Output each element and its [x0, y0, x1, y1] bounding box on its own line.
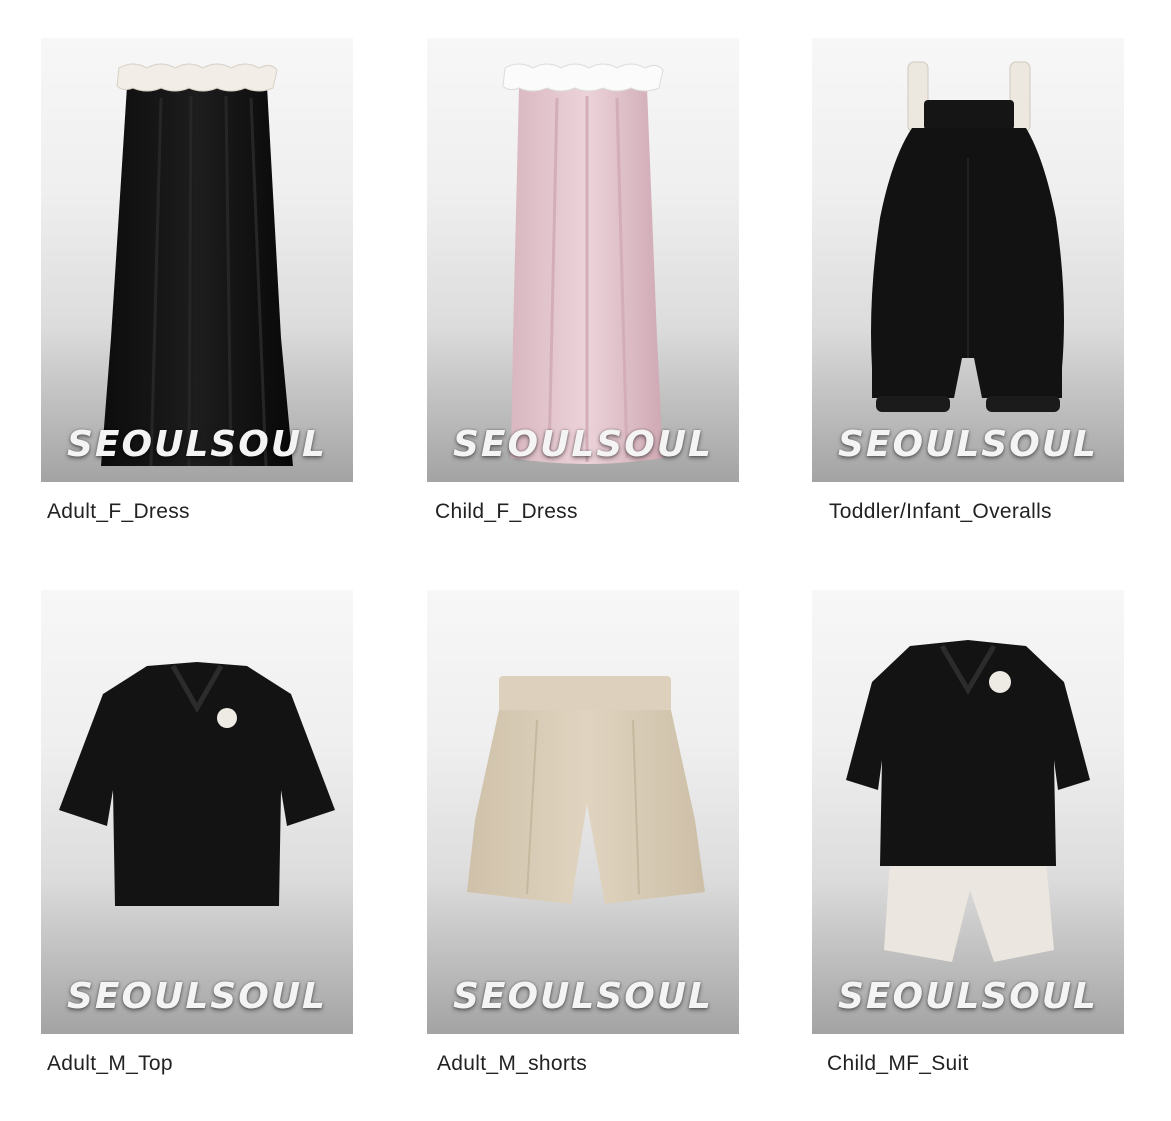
product-thumbnail[interactable]: SEOULSOUL	[41, 590, 353, 1034]
product-name[interactable]: Adult_M_Top	[47, 1052, 173, 1076]
suit-icon	[846, 640, 1090, 962]
product-name[interactable]: Adult_F_Dress	[47, 500, 190, 524]
watermark-text: SEOULSOUL	[67, 424, 327, 465]
product-grid: SEOULSOUL Adult_F_Dress SEOULSOUL Child_…	[0, 0, 1171, 1121]
product-name[interactable]: Child_F_Dress	[435, 500, 578, 524]
watermark-text: SEOULSOUL	[838, 976, 1098, 1017]
product-thumbnail[interactable]: SEOULSOUL	[427, 38, 739, 482]
dress-pink-icon	[502, 63, 664, 464]
tshirt-icon	[59, 662, 335, 906]
shorts-icon	[467, 676, 705, 904]
product-name[interactable]: Toddler/Infant_Overalls	[829, 500, 1052, 524]
watermark-text: SEOULSOUL	[838, 424, 1098, 465]
product-thumbnail[interactable]: SEOULSOUL	[427, 590, 739, 1034]
dress-black-icon	[101, 63, 293, 467]
overalls-icon	[871, 61, 1064, 412]
product-thumbnail[interactable]: SEOULSOUL	[812, 590, 1124, 1034]
product-name[interactable]: Adult_M_shorts	[437, 1052, 587, 1076]
product-thumbnail[interactable]: SEOULSOUL	[41, 38, 353, 482]
watermark-text: SEOULSOUL	[67, 976, 327, 1017]
product-name[interactable]: Child_MF_Suit	[827, 1052, 969, 1076]
watermark-text: SEOULSOUL	[453, 424, 713, 465]
watermark-text: SEOULSOUL	[453, 976, 713, 1017]
product-thumbnail[interactable]: SEOULSOUL	[812, 38, 1124, 482]
